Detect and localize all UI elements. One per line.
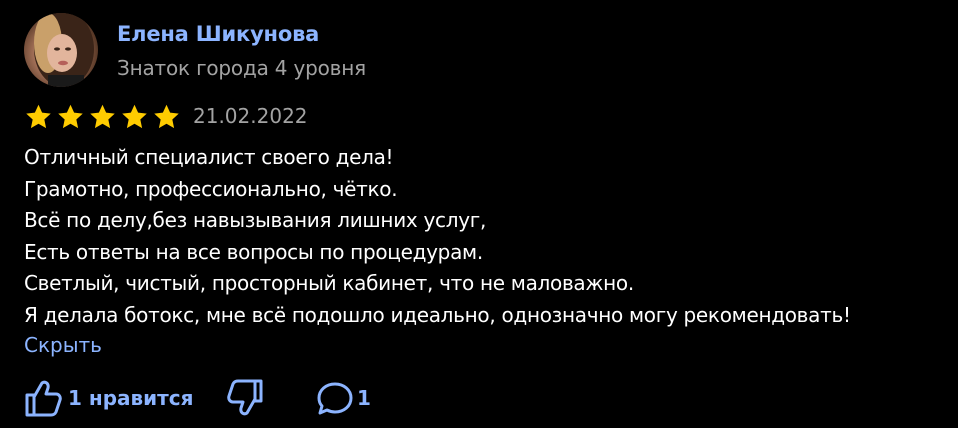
review-text: Отличный специалист своего дела! Грамотно…	[24, 142, 944, 331]
comment-icon	[317, 382, 353, 415]
review-text-line: Я делала ботокс, мне всё подошло идеальн…	[24, 302, 851, 327]
comment-count: 1	[357, 386, 371, 410]
comment-button[interactable]: 1	[315, 378, 371, 418]
hide-review-link[interactable]: Скрыть	[24, 333, 102, 357]
star-icon	[122, 104, 147, 129]
star-icon	[26, 104, 51, 129]
like-button[interactable]: 1 нравится	[24, 378, 193, 418]
thumbs-up-icon	[25, 380, 62, 417]
star-icon	[154, 104, 179, 129]
review-date: 21.02.2022	[193, 104, 308, 128]
rating-stars	[24, 103, 181, 131]
review-text-line: Светлый, чистый, просторный кабинет, что…	[24, 271, 634, 295]
avatar[interactable]	[24, 13, 98, 87]
dislike-button[interactable]	[224, 378, 264, 418]
like-count-label: 1 нравится	[68, 386, 194, 410]
review-text-line: Есть ответы на все вопросы по процедурам…	[24, 239, 483, 264]
star-icon	[90, 104, 115, 129]
review-text-line: Грамотно, профессионально, чётко.	[24, 176, 398, 201]
thumbs-down-icon	[227, 379, 263, 416]
star-icon	[58, 104, 83, 129]
review-card: Елена Шикунова Знаток города 4 уровня 21…	[0, 0, 958, 428]
author-name[interactable]: Елена Шикунова	[117, 22, 319, 46]
review-text-line: Всё по делу,без навызывания лишних услуг…	[24, 208, 486, 232]
review-text-line: Отличный специалист своего дела!	[24, 145, 394, 169]
author-level: Знаток города 4 уровня	[117, 56, 366, 80]
